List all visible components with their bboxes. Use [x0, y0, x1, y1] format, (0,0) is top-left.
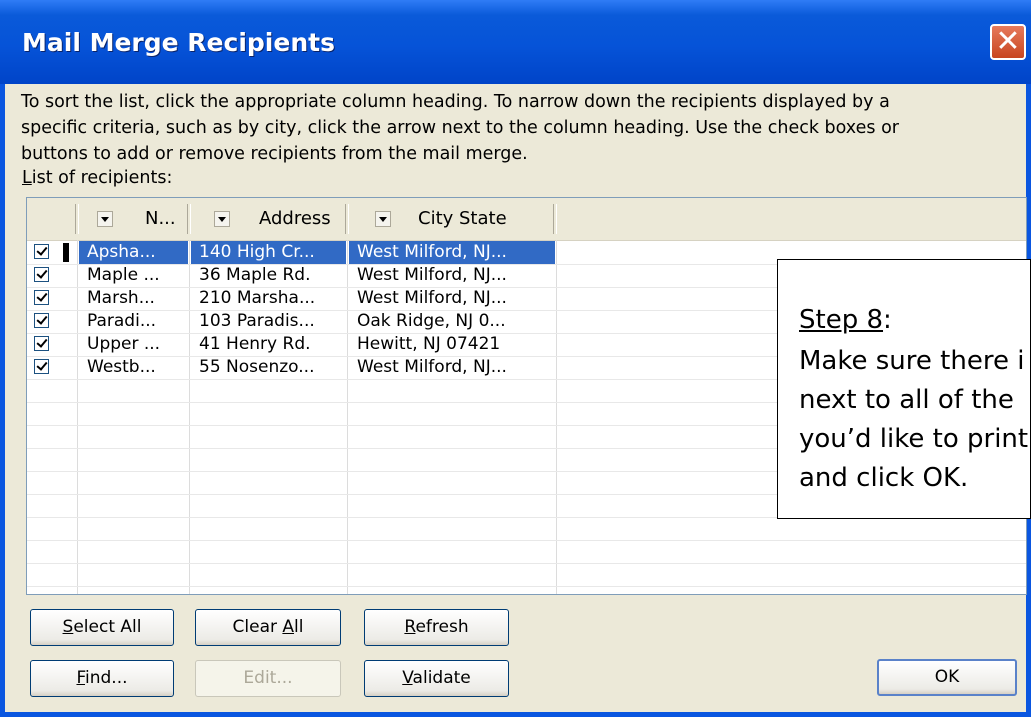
cell-address: 55 Nosenzo... — [199, 357, 315, 377]
cell-name: Maple ... — [87, 265, 160, 285]
column-header-name[interactable]: N... — [145, 198, 176, 240]
address-filter-dropdown-icon[interactable] — [214, 211, 230, 227]
recipient-checkbox[interactable] — [34, 267, 49, 282]
instructions-line-1: To sort the list, click the appropriate … — [21, 92, 890, 112]
cell-address: 36 Maple Rd. — [199, 265, 311, 285]
edit-button[interactable]: Edit... — [195, 660, 341, 697]
cell-city: Hewitt, NJ 07421 — [357, 334, 501, 354]
callout-heading: Step 8: — [799, 305, 892, 335]
ok-button[interactable]: OK — [877, 659, 1017, 696]
close-button[interactable]: ✕ — [990, 24, 1026, 60]
row-gridline — [27, 540, 1026, 541]
clear-all-button[interactable]: Clear All — [195, 609, 341, 646]
callout-line-4: and click OK. — [799, 463, 969, 493]
step-8-callout: Step 8: Make sure there i next to all of… — [777, 259, 1031, 519]
callout-line-1: Make sure there i — [799, 346, 1025, 376]
callout-line-2: next to all of the — [799, 385, 1014, 415]
cell-address: 103 Paradis... — [199, 311, 315, 331]
header-divider[interactable] — [553, 204, 557, 234]
cell-address: 210 Marsha... — [199, 288, 316, 308]
instructions-line-2: specific criteria, such as by city, clic… — [21, 118, 899, 138]
cell-city: West Milford, NJ... — [357, 288, 507, 308]
row-gridline — [27, 563, 1026, 564]
instructions-text: To sort the list, click the appropriate … — [21, 89, 1021, 167]
header-divider[interactable] — [75, 204, 79, 234]
cell-address: 140 High Cr... — [191, 241, 346, 264]
recipient-checkbox[interactable] — [34, 244, 49, 259]
city-state-filter-dropdown-icon[interactable] — [375, 211, 391, 227]
column-header-city-state[interactable]: City State — [418, 198, 507, 240]
name-filter-dropdown-icon[interactable] — [97, 211, 113, 227]
recipient-checkbox[interactable] — [34, 359, 49, 374]
select-all-button[interactable]: Select All — [30, 609, 174, 646]
recipient-checkbox[interactable] — [34, 313, 49, 328]
header-divider[interactable] — [187, 204, 191, 234]
focus-marker — [63, 243, 69, 262]
cell-name: Upper ... — [87, 334, 161, 354]
cell-name: Westb... — [87, 357, 156, 377]
cell-city: West Milford, NJ... — [357, 357, 507, 377]
cell-name: Paradi... — [87, 311, 157, 331]
cell-name: Apsha... — [79, 241, 188, 264]
cell-name: Marsh... — [87, 288, 155, 308]
cell-city: West Milford, NJ... — [357, 265, 507, 285]
recipient-checkbox[interactable] — [34, 336, 49, 351]
list-of-recipients-label: List of recipients: — [22, 168, 173, 188]
list-header: N... Address City State — [27, 198, 1026, 241]
title-bar: Mail Merge Recipients ✕ — [0, 0, 1031, 84]
column-header-address[interactable]: Address — [259, 198, 331, 240]
header-divider[interactable] — [345, 204, 349, 234]
validate-button[interactable]: Validate — [364, 660, 509, 697]
close-icon: ✕ — [995, 24, 1021, 59]
cell-city: Oak Ridge, NJ 0... — [357, 311, 506, 331]
mail-merge-recipients-dialog: Mail Merge Recipients ✕ To sort the list… — [0, 0, 1031, 717]
cell-address: 41 Henry Rd. — [199, 334, 311, 354]
row-gridline — [27, 586, 1026, 587]
cell-city: West Milford, NJ... — [349, 241, 555, 264]
instructions-line-3: buttons to add or remove recipients from… — [21, 144, 528, 164]
recipient-checkbox[interactable] — [34, 290, 49, 305]
callout-line-3: you’d like to print — [799, 424, 1029, 454]
find-button[interactable]: Find... — [30, 660, 174, 697]
dialog-title: Mail Merge Recipients — [22, 28, 335, 57]
refresh-button[interactable]: Refresh — [364, 609, 509, 646]
